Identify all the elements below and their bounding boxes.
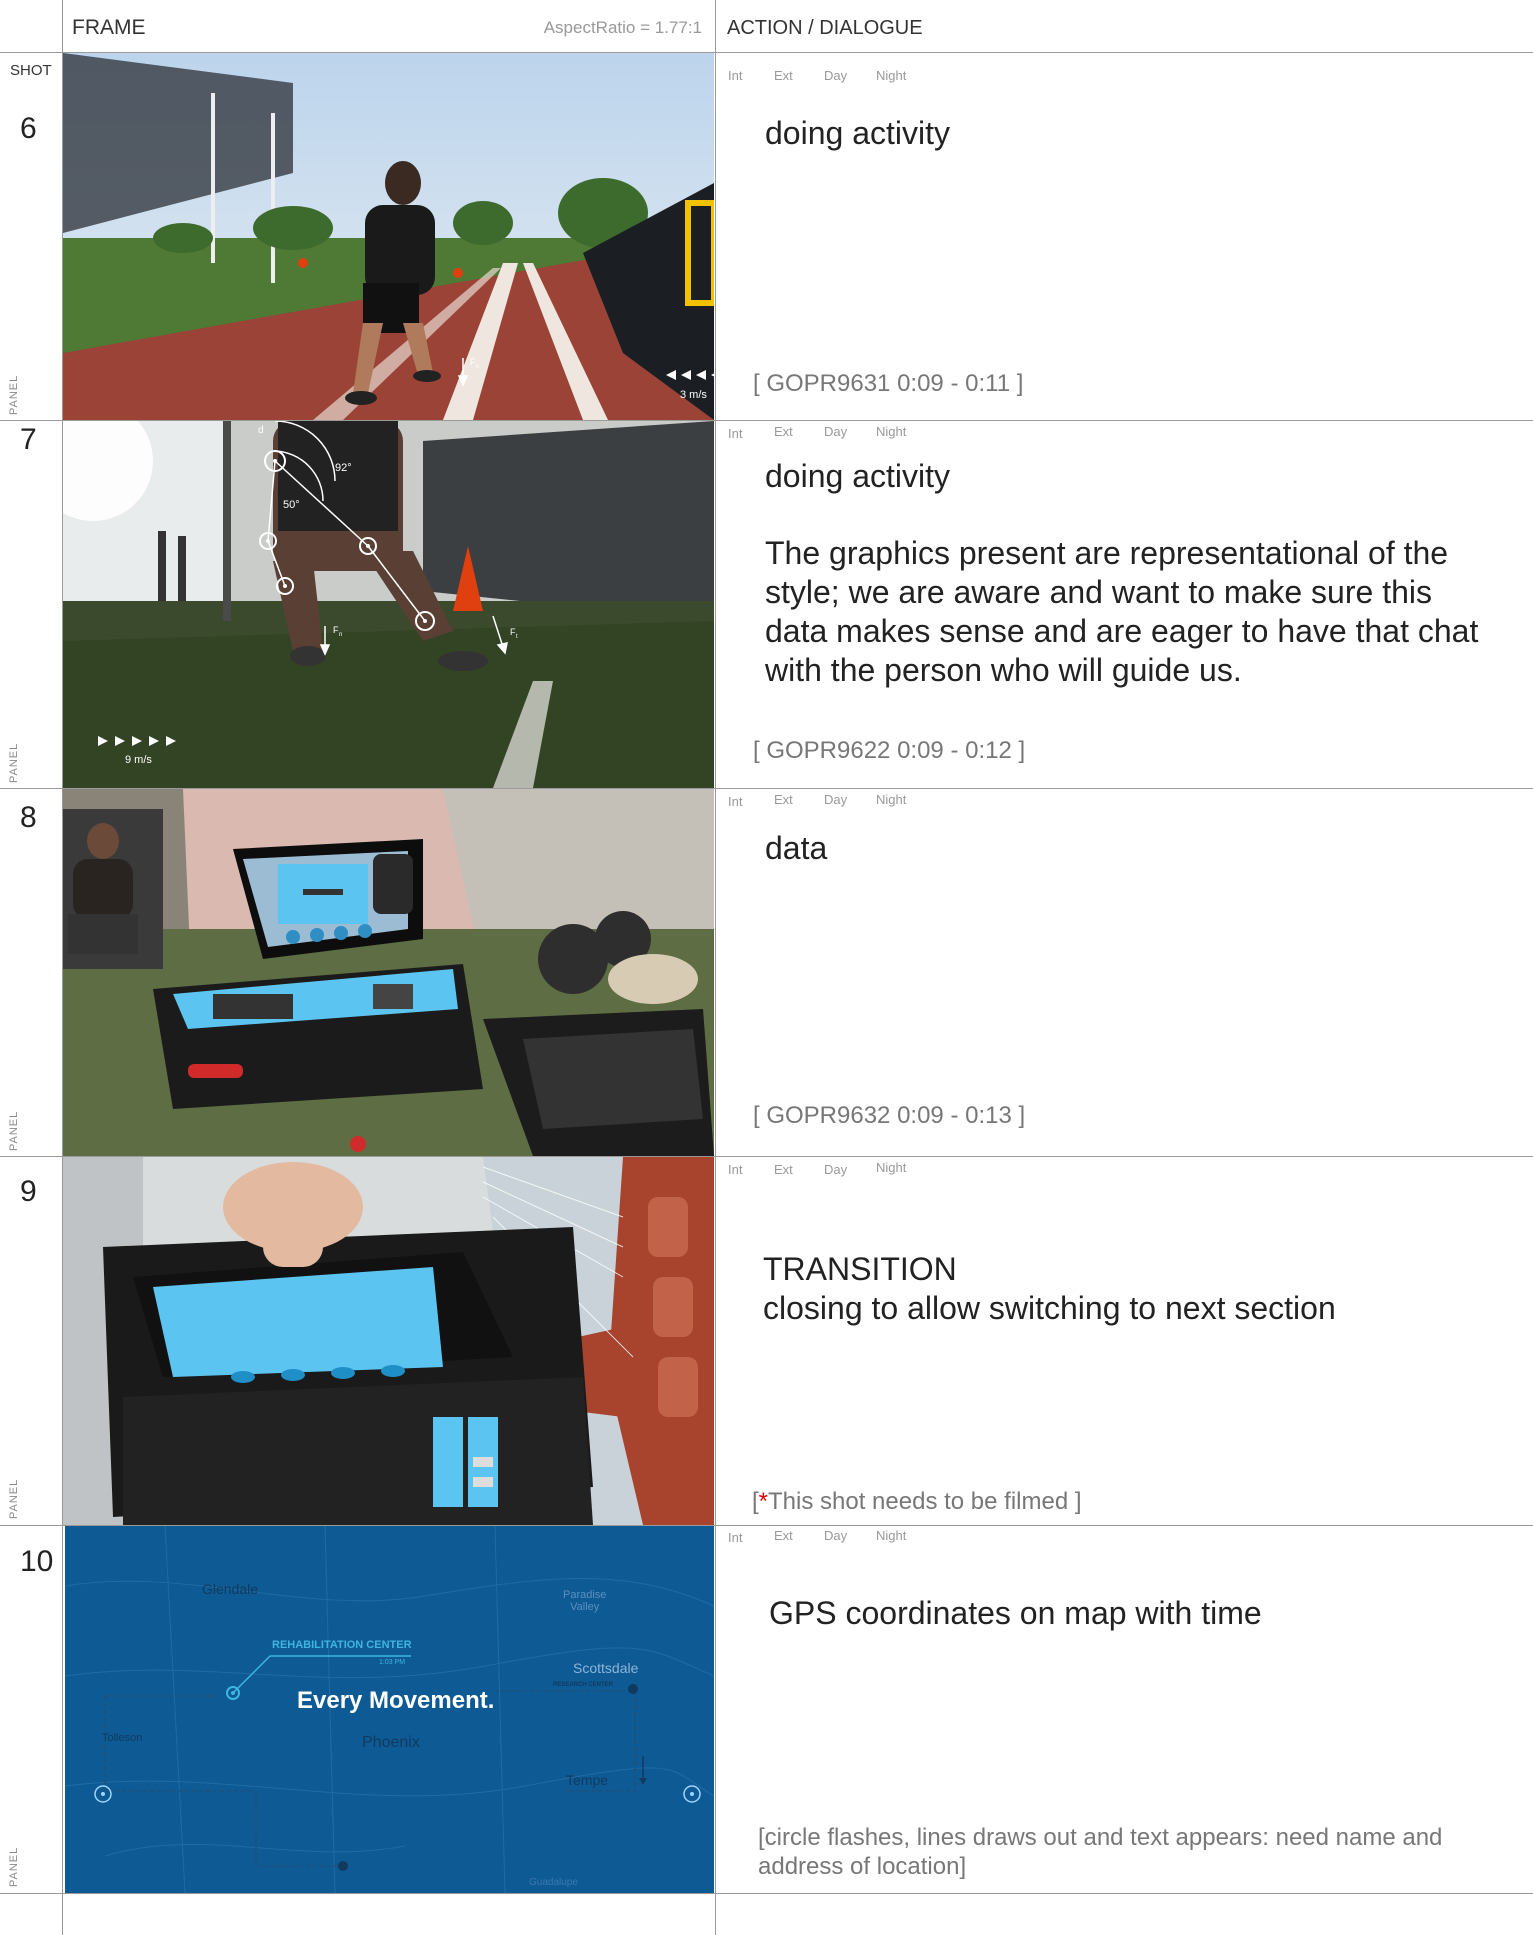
day-option[interactable]: Day (824, 1162, 847, 1177)
shot-frame-image (63, 1157, 714, 1525)
rehab-center-label: REHABILITATION CENTER (272, 1639, 412, 1651)
required-asterisk: * (758, 1488, 769, 1515)
int-option[interactable]: Int (728, 426, 742, 441)
panel-label: PANEL (8, 1478, 20, 1519)
ext-option[interactable]: Ext (774, 1528, 793, 1543)
clip-reference: [ GOPR9631 0:09 - 0:11 ] (753, 370, 1024, 397)
shot-number: 9 (20, 1175, 37, 1208)
map-frame: Glendale Paradise Valley REHABILITATION … (65, 1526, 714, 1893)
int-ext-day-night: Int Ext Day Night (728, 424, 978, 442)
map-label-glendale: Glendale (202, 1581, 259, 1597)
int-option[interactable]: Int (728, 794, 742, 809)
angle-label-2: 50° (283, 499, 300, 511)
action-note-text: closing to allow switching to next secti… (763, 1290, 1336, 1326)
shot-number: 10 (20, 1545, 54, 1578)
ext-option[interactable]: Ext (774, 1162, 793, 1177)
panel-label: PANEL (8, 1846, 20, 1887)
night-option[interactable]: Night (876, 424, 906, 439)
force-subscript: n (476, 364, 479, 370)
int-option[interactable]: Int (728, 1530, 742, 1545)
grid-row-line-5 (0, 1893, 1533, 1894)
day-option[interactable]: Day (824, 424, 847, 439)
map-label-paradise: Paradise (563, 1589, 607, 1601)
speed-label: 3 m/s (680, 389, 707, 401)
rehab-center-time: 1:03 PM (379, 1659, 406, 1666)
map-label-tempe: Tempe (566, 1772, 609, 1788)
map-label-phoenix: Phoenix (362, 1734, 420, 1751)
int-ext-day-night: Int Ext Day Night (728, 1160, 978, 1178)
int-ext-day-night: Int Ext Day Night (728, 1528, 978, 1546)
day-option[interactable]: Day (824, 792, 847, 807)
grid-middle-line (715, 0, 716, 1935)
force-subscript-1: n (339, 632, 342, 638)
int-ext-day-night: Int Ext Day Night (728, 68, 978, 84)
note-text: This shot needs to be filmed ] (768, 1488, 1082, 1515)
ext-option[interactable]: Ext (774, 68, 793, 83)
int-option[interactable]: Int (728, 1162, 742, 1177)
clip-reference: [ GOPR9632 0:09 - 0:13 ] (753, 1102, 1026, 1129)
action-text: data (765, 830, 828, 866)
panel-label: PANEL (8, 1110, 20, 1151)
map-label-guadalupe: Guadalupe (529, 1877, 578, 1888)
shot-frame-image (63, 789, 714, 1156)
action-text: doing activity (765, 458, 950, 494)
ext-option[interactable]: Ext (774, 792, 793, 807)
frame-column-header: FRAME (72, 16, 146, 39)
night-option[interactable]: Night (876, 1528, 906, 1543)
angle-label-1: 92° (335, 462, 352, 474)
action-column-header: ACTION / DIALOGUE (727, 17, 923, 39)
map-label-scottsdale: Scottsdale (573, 1660, 639, 1676)
day-option[interactable]: Day (824, 68, 847, 83)
distance-label: d (258, 425, 264, 436)
note-bracket: [ (752, 1488, 759, 1515)
action-text: TRANSITION (763, 1251, 957, 1287)
shot-number: 8 (20, 801, 37, 834)
map-direction-note: [circle flashes, lines draws out and tex… (758, 1824, 1443, 1880)
speed-label: 9 m/s (125, 754, 152, 766)
day-option[interactable]: Day (824, 1528, 847, 1543)
night-option[interactable]: Night (876, 792, 906, 807)
filming-note: [*This shot needs to be filmed ] (752, 1488, 1082, 1516)
int-option[interactable]: Int (728, 68, 742, 83)
shot-column-header: SHOT (10, 62, 52, 79)
night-option[interactable]: Night (876, 1160, 906, 1175)
aspect-ratio-label: AspectRatio = 1.77:1 (543, 18, 702, 37)
shot-number: 6 (20, 112, 37, 145)
action-text: GPS coordinates on map with time (769, 1595, 1262, 1631)
ext-option[interactable]: Ext (774, 424, 793, 439)
map-headline: Every Movement. (297, 1687, 495, 1714)
map-label-paradise-valley: Paradise Valley (563, 1589, 606, 1613)
shot-number: 7 (20, 423, 37, 456)
int-ext-day-night: Int Ext Day Night (728, 792, 978, 810)
clip-reference: [ GOPR9622 0:09 - 0:12 ] (753, 737, 1026, 764)
panel-label: PANEL (8, 374, 20, 415)
night-option[interactable]: Night (876, 68, 906, 83)
action-text: doing activity (765, 115, 950, 151)
shot-frame-image: F n 3 m/s (63, 53, 714, 420)
panel-label: PANEL (8, 742, 20, 783)
map-label-tolleson: Tolleson (102, 1732, 143, 1744)
action-note-text: The graphics present are representationa… (765, 535, 1479, 688)
shot-frame-image: 92° 50° d F n F t 9 m/s (63, 421, 714, 788)
map-label-valley: Valley (570, 1601, 600, 1613)
research-center-label: RESEARCH CENTER (553, 1682, 614, 1688)
